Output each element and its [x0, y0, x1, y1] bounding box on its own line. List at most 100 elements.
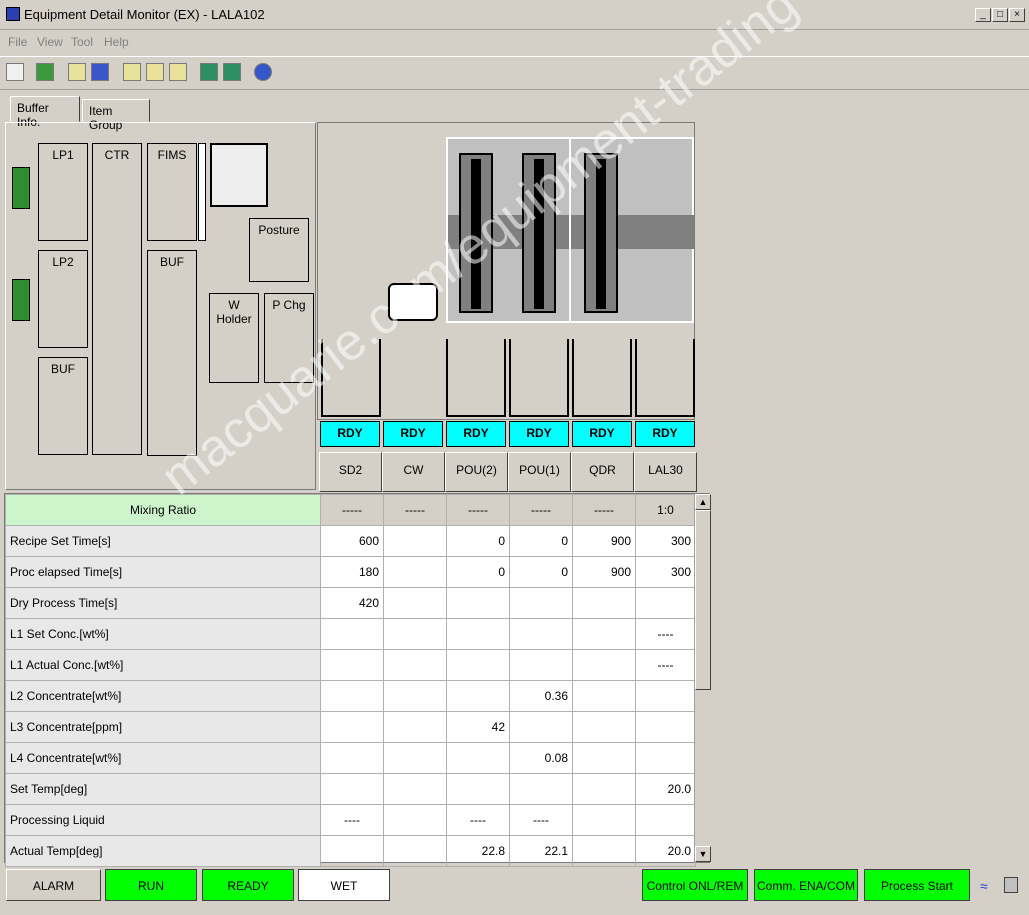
table-cell	[383, 835, 447, 867]
table-cell	[446, 773, 510, 805]
unit-lal30[interactable]: LAL30	[634, 452, 697, 492]
table-cell: 900	[572, 525, 636, 557]
close-button[interactable]: ×	[1009, 8, 1025, 22]
buf-slot-left[interactable]: BUF	[38, 357, 88, 455]
menu-file[interactable]: File	[8, 35, 27, 49]
alarm-status[interactable]: ALARM	[6, 869, 101, 901]
export-icon[interactable]	[200, 63, 218, 81]
menu-bar: File View Tool Help	[0, 30, 1029, 54]
ctr-slot[interactable]: CTR	[92, 143, 142, 455]
row-label: Proc elapsed Time[s]	[5, 556, 321, 588]
table-cell	[572, 742, 636, 774]
table-cell	[383, 556, 447, 588]
table-cell	[635, 680, 696, 712]
wholder-slot[interactable]: W Holder	[209, 293, 259, 383]
title-bar: Equipment Detail Monitor (EX) - LALA102 …	[0, 0, 1029, 30]
unit-pou2[interactable]: POU(2)	[445, 452, 508, 492]
tank-pou1	[509, 339, 569, 417]
table-cell	[320, 680, 384, 712]
ready-status: READY	[202, 869, 294, 901]
table-cell: 300	[635, 556, 696, 588]
maximize-button[interactable]: □	[992, 8, 1008, 22]
status-pou2: RDY	[446, 421, 506, 447]
menu-view[interactable]: View	[37, 35, 63, 49]
chart-icon[interactable]	[169, 63, 187, 81]
posture-slot[interactable]: Posture	[249, 218, 309, 282]
bath-pou2	[459, 153, 493, 313]
table-row: L3 Concentrate[ppm] 42	[5, 711, 696, 743]
table-cell: ----	[320, 804, 384, 836]
tank-sd2	[321, 339, 381, 417]
bath-divider	[569, 137, 571, 323]
status-lal30: RDY	[635, 421, 695, 447]
menu-help[interactable]: Help	[104, 35, 129, 49]
unit-cw[interactable]: CW	[382, 452, 445, 492]
table-cell	[509, 649, 573, 681]
table-cell	[383, 618, 447, 650]
comm-status: Comm. ENA/COM	[754, 869, 858, 901]
scroll-thumb[interactable]	[695, 510, 711, 690]
run-status: RUN	[105, 869, 197, 901]
table-cell	[446, 649, 510, 681]
tank-lal30	[635, 339, 695, 417]
pchg-slot[interactable]: P Chg	[264, 293, 314, 383]
table-cell: 20.0	[635, 835, 696, 867]
table-cell	[635, 711, 696, 743]
table-cell	[572, 587, 636, 619]
table-cell: ----	[446, 804, 510, 836]
scroll-up-button[interactable]: ▲	[695, 494, 711, 510]
tab-item-group[interactable]: Item Group	[82, 99, 150, 132]
unit-pou1[interactable]: POU(1)	[508, 452, 571, 492]
load-port-2-icon	[12, 279, 30, 321]
unit-qdr[interactable]: QDR	[571, 452, 634, 492]
lp2-slot[interactable]: LP2	[38, 250, 88, 348]
table-cell	[572, 649, 636, 681]
row-label: Actual Temp[deg]	[5, 835, 321, 867]
help-icon[interactable]	[254, 63, 272, 81]
table-cell: 600	[320, 525, 384, 557]
table-cell	[446, 587, 510, 619]
toolbar	[0, 56, 1029, 90]
fims-slot[interactable]: FIMS	[147, 143, 197, 241]
row-label: L4 Concentrate[wt%]	[5, 742, 321, 774]
row-label: Processing Liquid	[5, 804, 321, 836]
minimize-button[interactable]: _	[975, 8, 991, 22]
alert-icon[interactable]	[123, 63, 141, 81]
bath-pou1	[522, 153, 556, 313]
table-cell	[572, 773, 636, 805]
tab-buffer-info[interactable]: Buffer Info.	[10, 96, 80, 129]
settings-icon[interactable]	[223, 63, 241, 81]
table-row: Actual Temp[deg] 22.8 22.1 20.0	[5, 835, 696, 867]
device-icon	[1004, 877, 1018, 893]
table-cell: -----	[320, 494, 384, 526]
table-scrollbar[interactable]: ▲ ▼	[694, 494, 711, 862]
row-label: L2 Concentrate[wt%]	[5, 680, 321, 712]
table-cell: 0.08	[509, 742, 573, 774]
table-cell	[509, 773, 573, 805]
scroll-down-button[interactable]: ▼	[695, 846, 711, 862]
row-label: Dry Process Time[s]	[5, 587, 321, 619]
table-row: L4 Concentrate[wt%] 0.08	[5, 742, 696, 774]
table-cell	[320, 649, 384, 681]
menu-tool[interactable]: Tool	[71, 35, 93, 49]
list-icon[interactable]	[6, 63, 24, 81]
table-cell: -----	[509, 494, 573, 526]
table-header-row: Mixing Ratio ----- ----- ----- ----- ---…	[5, 494, 696, 526]
table-cell: -----	[572, 494, 636, 526]
refresh-icon[interactable]	[36, 63, 54, 81]
status-pou1: RDY	[509, 421, 569, 447]
status-qdr: RDY	[572, 421, 632, 447]
parameter-table: Mixing Ratio ----- ----- ----- ----- ---…	[4, 493, 710, 867]
table-cell	[383, 587, 447, 619]
table-cell: -----	[446, 494, 510, 526]
network-icon[interactable]	[68, 63, 86, 81]
status-sd2: RDY	[320, 421, 380, 447]
buf-slot-right[interactable]: BUF	[147, 250, 197, 456]
process-area	[317, 122, 695, 420]
lp1-slot[interactable]: LP1	[38, 143, 88, 241]
record-icon[interactable]	[146, 63, 164, 81]
warning-icon[interactable]	[91, 63, 109, 81]
unit-sd2[interactable]: SD2	[319, 452, 382, 492]
table-cell: 0	[446, 556, 510, 588]
row-label: Set Temp[deg]	[5, 773, 321, 805]
